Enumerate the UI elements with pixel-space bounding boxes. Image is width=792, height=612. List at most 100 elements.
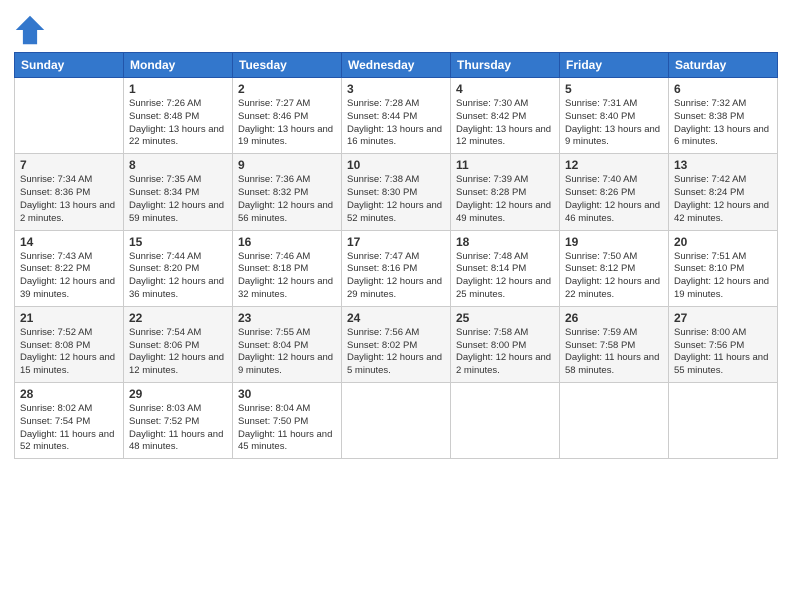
day-info: Sunrise: 7:40 AM Sunset: 8:26 PM Dayligh… [565,174,663,225]
day-info: Sunrise: 8:04 AM Sunset: 7:50 PM Dayligh… [238,403,336,454]
day-info: Sunrise: 7:27 AM Sunset: 8:46 PM Dayligh… [238,98,336,149]
calendar-cell: 18 Sunrise: 7:48 AM Sunset: 8:14 PM Dayli… [451,230,560,306]
day-number: 28 [20,387,118,401]
day-number: 6 [674,82,772,96]
day-info: Sunrise: 7:36 AM Sunset: 8:32 PM Dayligh… [238,174,336,225]
day-number: 12 [565,158,663,172]
calendar-cell: 28 Sunrise: 8:02 AM Sunset: 7:54 PM Dayli… [15,383,124,459]
calendar-cell: 15 Sunrise: 7:44 AM Sunset: 8:20 PM Dayli… [124,230,233,306]
day-number: 18 [456,235,554,249]
day-info: Sunrise: 7:47 AM Sunset: 8:16 PM Dayligh… [347,251,445,302]
calendar-cell: 9 Sunrise: 7:36 AM Sunset: 8:32 PM Daylig… [233,154,342,230]
day-number: 7 [20,158,118,172]
day-info: Sunrise: 7:48 AM Sunset: 8:14 PM Dayligh… [456,251,554,302]
calendar-cell [451,383,560,459]
day-info: Sunrise: 7:54 AM Sunset: 8:06 PM Dayligh… [129,327,227,378]
day-number: 21 [20,311,118,325]
day-info: Sunrise: 7:50 AM Sunset: 8:12 PM Dayligh… [565,251,663,302]
calendar-header-thursday: Thursday [451,53,560,78]
day-number: 23 [238,311,336,325]
day-number: 13 [674,158,772,172]
calendar-cell: 5 Sunrise: 7:31 AM Sunset: 8:40 PM Daylig… [560,78,669,154]
calendar-header-wednesday: Wednesday [342,53,451,78]
day-info: Sunrise: 8:00 AM Sunset: 7:56 PM Dayligh… [674,327,772,378]
calendar-cell: 12 Sunrise: 7:40 AM Sunset: 8:26 PM Dayli… [560,154,669,230]
calendar-cell: 29Sunrise: 8:03 AM Sunset: 7:52 PM Dayli… [124,383,233,459]
day-info: Sunrise: 7:39 AM Sunset: 8:28 PM Dayligh… [456,174,554,225]
calendar-header-friday: Friday [560,53,669,78]
day-info: Sunrise: 7:32 AM Sunset: 8:38 PM Dayligh… [674,98,772,149]
day-info: Sunrise: 7:43 AM Sunset: 8:22 PM Dayligh… [20,251,118,302]
day-number: 2 [238,82,336,96]
calendar-cell: 14 Sunrise: 7:43 AM Sunset: 8:22 PM Dayli… [15,230,124,306]
day-number: 22 [129,311,227,325]
day-number: 11 [456,158,554,172]
day-info: Sunrise: 7:30 AM Sunset: 8:42 PM Dayligh… [456,98,554,149]
day-number: 16 [238,235,336,249]
day-number: 8 [129,158,227,172]
day-info: Sunrise: 7:35 AM Sunset: 8:34 PM Dayligh… [129,174,227,225]
day-number: 3 [347,82,445,96]
day-info: Sunrise: 7:38 AM Sunset: 8:30 PM Dayligh… [347,174,445,225]
calendar-cell: 4 Sunrise: 7:30 AM Sunset: 8:42 PM Daylig… [451,78,560,154]
calendar-cell: 11 Sunrise: 7:39 AM Sunset: 8:28 PM Dayli… [451,154,560,230]
day-number: 9 [238,158,336,172]
day-number: 19 [565,235,663,249]
calendar-cell: 16 Sunrise: 7:46 AM Sunset: 8:18 PM Dayli… [233,230,342,306]
day-number: 29 [129,387,227,401]
day-info: Sunrise: 7:56 AM Sunset: 8:02 PM Dayligh… [347,327,445,378]
calendar-cell: 7 Sunrise: 7:34 AM Sunset: 8:36 PM Daylig… [15,154,124,230]
calendar-cell: 26 Sunrise: 7:59 AM Sunset: 7:58 PM Dayli… [560,306,669,382]
calendar-week-4: 28 Sunrise: 8:02 AM Sunset: 7:54 PM Dayli… [15,383,778,459]
day-info: Sunrise: 7:46 AM Sunset: 8:18 PM Dayligh… [238,251,336,302]
calendar-cell: 30 Sunrise: 8:04 AM Sunset: 7:50 PM Dayli… [233,383,342,459]
day-number: 26 [565,311,663,325]
calendar-cell: 17 Sunrise: 7:47 AM Sunset: 8:16 PM Dayli… [342,230,451,306]
calendar-cell [15,78,124,154]
calendar-cell [342,383,451,459]
calendar-week-3: 21 Sunrise: 7:52 AM Sunset: 8:08 PM Dayli… [15,306,778,382]
calendar-cell: 8 Sunrise: 7:35 AM Sunset: 8:34 PM Daylig… [124,154,233,230]
day-info: Sunrise: 7:34 AM Sunset: 8:36 PM Dayligh… [20,174,118,225]
day-info: Sunrise: 7:55 AM Sunset: 8:04 PM Dayligh… [238,327,336,378]
day-number: 17 [347,235,445,249]
calendar-week-2: 14 Sunrise: 7:43 AM Sunset: 8:22 PM Dayli… [15,230,778,306]
calendar-cell: 22 Sunrise: 7:54 AM Sunset: 8:06 PM Dayli… [124,306,233,382]
day-number: 4 [456,82,554,96]
calendar-cell: 3 Sunrise: 7:28 AM Sunset: 8:44 PM Daylig… [342,78,451,154]
calendar-header-row: SundayMondayTuesdayWednesdayThursdayFrid… [15,53,778,78]
logo-icon [14,14,46,46]
calendar-header-monday: Monday [124,53,233,78]
day-info: Sunrise: 7:42 AM Sunset: 8:24 PM Dayligh… [674,174,772,225]
day-number: 5 [565,82,663,96]
day-info: Sunrise: 7:44 AM Sunset: 8:20 PM Dayligh… [129,251,227,302]
header [14,10,778,46]
day-number: 20 [674,235,772,249]
calendar-cell: 10 Sunrise: 7:38 AM Sunset: 8:30 PM Dayli… [342,154,451,230]
calendar: SundayMondayTuesdayWednesdayThursdayFrid… [14,52,778,459]
day-info: Sunrise: 7:28 AM Sunset: 8:44 PM Dayligh… [347,98,445,149]
day-info: Sunrise: 7:26 AM Sunset: 8:48 PM Dayligh… [129,98,227,149]
calendar-header-saturday: Saturday [669,53,778,78]
day-number: 30 [238,387,336,401]
calendar-body: 1 Sunrise: 7:26 AM Sunset: 8:48 PM Daylig… [15,78,778,459]
day-info: Sunrise: 7:31 AM Sunset: 8:40 PM Dayligh… [565,98,663,149]
calendar-cell: 21 Sunrise: 7:52 AM Sunset: 8:08 PM Dayli… [15,306,124,382]
day-info: Sunrise: 7:58 AM Sunset: 8:00 PM Dayligh… [456,327,554,378]
day-number: 27 [674,311,772,325]
day-number: 15 [129,235,227,249]
calendar-cell: 25Sunrise: 7:58 AM Sunset: 8:00 PM Dayli… [451,306,560,382]
calendar-cell: 20Sunrise: 7:51 AM Sunset: 8:10 PM Dayli… [669,230,778,306]
day-number: 14 [20,235,118,249]
day-info: Sunrise: 7:52 AM Sunset: 8:08 PM Dayligh… [20,327,118,378]
calendar-week-1: 7 Sunrise: 7:34 AM Sunset: 8:36 PM Daylig… [15,154,778,230]
calendar-cell: 1 Sunrise: 7:26 AM Sunset: 8:48 PM Daylig… [124,78,233,154]
calendar-cell: 24Sunrise: 7:56 AM Sunset: 8:02 PM Dayli… [342,306,451,382]
day-number: 1 [129,82,227,96]
day-info: Sunrise: 7:59 AM Sunset: 7:58 PM Dayligh… [565,327,663,378]
calendar-cell: 27 Sunrise: 8:00 AM Sunset: 7:56 PM Dayli… [669,306,778,382]
day-number: 10 [347,158,445,172]
day-info: Sunrise: 8:02 AM Sunset: 7:54 PM Dayligh… [20,403,118,454]
calendar-cell: 6 Sunrise: 7:32 AM Sunset: 8:38 PM Daylig… [669,78,778,154]
calendar-cell: 13 Sunrise: 7:42 AM Sunset: 8:24 PM Dayli… [669,154,778,230]
